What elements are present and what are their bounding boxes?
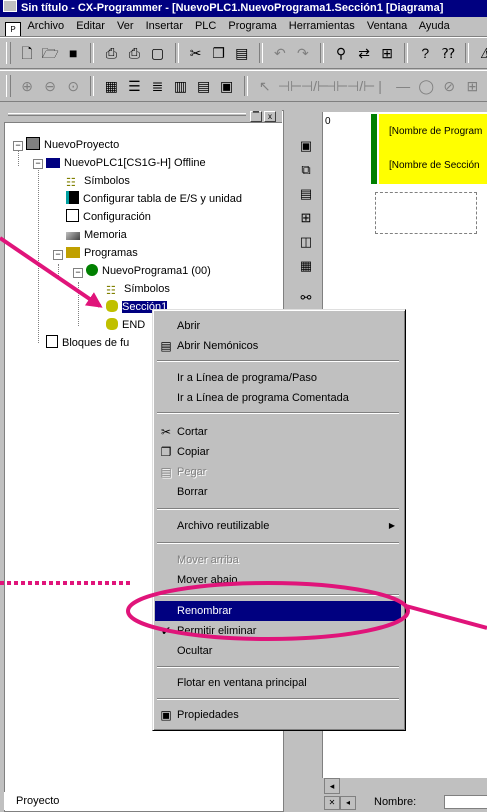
annotation-ellipse: [126, 581, 410, 641]
annotation-line: [405, 604, 487, 630]
annotation-overlay: [0, 236, 487, 641]
annotation-arrow: [0, 236, 103, 308]
